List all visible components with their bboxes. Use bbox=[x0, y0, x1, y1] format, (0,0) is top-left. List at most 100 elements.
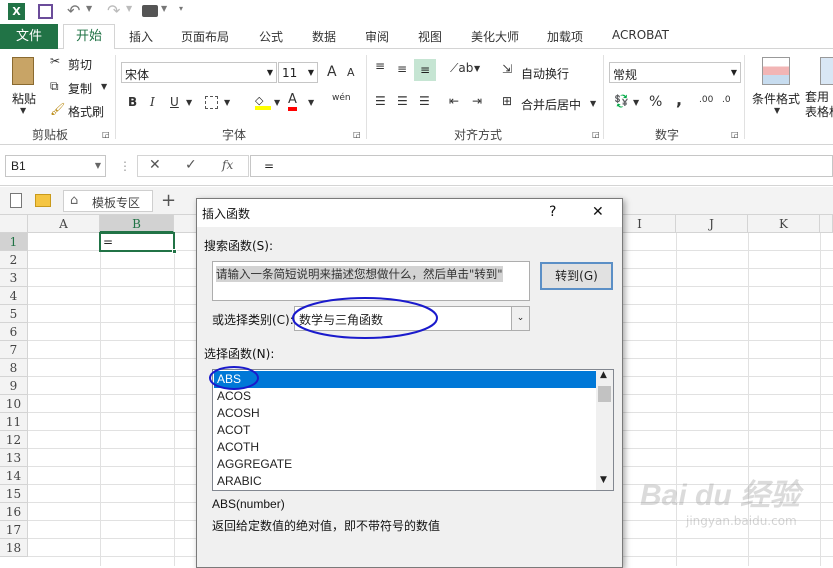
currency-dropdown-icon[interactable]: ▼ bbox=[633, 98, 639, 107]
tab-home[interactable]: 开始 bbox=[63, 24, 115, 50]
scroll-up-icon[interactable]: ▲ bbox=[600, 370, 607, 380]
underline-button[interactable]: U bbox=[170, 95, 179, 109]
align-center-icon[interactable]: ☰ bbox=[397, 94, 408, 108]
camera-icon[interactable] bbox=[142, 5, 158, 17]
tab-acrobat[interactable]: ACROBAT bbox=[612, 28, 669, 42]
paste-button[interactable]: 粘贴 bbox=[12, 90, 36, 107]
column-header-l[interactable] bbox=[820, 215, 833, 233]
new-doc-icon[interactable] bbox=[10, 193, 22, 208]
row-header-2[interactable]: 2 bbox=[0, 251, 28, 269]
row-header-9[interactable]: 9 bbox=[0, 377, 28, 395]
row-header-17[interactable]: 17 bbox=[0, 521, 28, 539]
fill-color-icon[interactable]: ◇ bbox=[255, 94, 271, 110]
list-item-acoth[interactable]: ACOTH bbox=[214, 439, 597, 456]
font-size-select[interactable]: 11 ▼ bbox=[278, 62, 318, 83]
goto-button[interactable]: 转到(G) bbox=[540, 262, 613, 290]
row-header-13[interactable]: 13 bbox=[0, 449, 28, 467]
row-header-3[interactable]: 3 bbox=[0, 269, 28, 287]
conditional-format-dropdown-icon[interactable]: ▼ bbox=[774, 106, 780, 115]
copy-button[interactable]: 复制 bbox=[68, 80, 92, 97]
redo-icon[interactable]: ↷ bbox=[107, 1, 120, 20]
border-icon[interactable] bbox=[205, 96, 218, 109]
column-header-j[interactable]: J bbox=[676, 215, 748, 233]
row-header-7[interactable]: 7 bbox=[0, 341, 28, 359]
row-header-14[interactable]: 14 bbox=[0, 467, 28, 485]
row-header-12[interactable]: 12 bbox=[0, 431, 28, 449]
tab-data[interactable]: 数据 bbox=[312, 28, 336, 45]
folder-icon[interactable] bbox=[35, 194, 51, 207]
paste-dropdown-icon[interactable]: ▼ bbox=[20, 106, 26, 115]
merge-dropdown-icon[interactable]: ▼ bbox=[590, 99, 596, 108]
scroll-down-icon[interactable]: ▼ bbox=[600, 475, 607, 485]
copy-dropdown-icon[interactable]: ▼ bbox=[101, 82, 107, 91]
row-header-16[interactable]: 16 bbox=[0, 503, 28, 521]
row-header-10[interactable]: 10 bbox=[0, 395, 28, 413]
insert-function-icon[interactable]: fx bbox=[222, 158, 233, 172]
bold-button[interactable]: B bbox=[128, 95, 137, 109]
row-header-18[interactable]: 18 bbox=[0, 539, 28, 557]
shrink-font-icon[interactable]: A bbox=[347, 66, 355, 79]
tab-formulas[interactable]: 公式 bbox=[259, 28, 283, 45]
undo-icon[interactable]: ↶ bbox=[67, 1, 80, 20]
italic-button[interactable]: I bbox=[150, 95, 155, 109]
category-dropdown-button[interactable]: ⌄ bbox=[511, 307, 529, 330]
tab-addins[interactable]: 加载项 bbox=[547, 28, 583, 45]
wrap-text-icon[interactable]: ⇲ bbox=[502, 62, 512, 76]
decrease-indent-icon[interactable]: ⇤ bbox=[449, 94, 459, 108]
increase-decimal-icon[interactable]: .00 bbox=[699, 95, 713, 105]
row-header-15[interactable]: 15 bbox=[0, 485, 28, 503]
save-icon[interactable] bbox=[38, 4, 53, 19]
percent-button[interactable]: % bbox=[649, 94, 662, 110]
tab-beautify[interactable]: 美化大师 bbox=[471, 28, 519, 45]
align-bottom-icon[interactable]: ≡ bbox=[414, 59, 436, 81]
alignment-launcher-icon[interactable]: ◲ bbox=[592, 130, 600, 139]
row-header-11[interactable]: 11 bbox=[0, 413, 28, 431]
table-format-button[interactable]: 套用 表格格 bbox=[805, 90, 833, 120]
underline-dropdown-icon[interactable]: ▼ bbox=[186, 98, 192, 107]
function-list[interactable]: ABS ACOS ACOSH ACOT ACOTH AGGREGATE ARAB… bbox=[212, 369, 614, 491]
phonetic-icon[interactable]: wén bbox=[332, 93, 351, 103]
number-launcher-icon[interactable]: ◲ bbox=[731, 130, 739, 139]
format-painter-button[interactable]: 格式刷 bbox=[68, 103, 104, 120]
orientation-dropdown-icon[interactable]: ▼ bbox=[474, 64, 480, 73]
list-item-acos[interactable]: ACOS bbox=[214, 388, 597, 405]
help-button[interactable]: ? bbox=[549, 204, 556, 220]
row-header-5[interactable]: 5 bbox=[0, 305, 28, 323]
align-right-icon[interactable]: ☰ bbox=[419, 94, 430, 108]
font-launcher-icon[interactable]: ◲ bbox=[353, 130, 361, 139]
select-all-corner[interactable] bbox=[0, 215, 28, 233]
list-item-aggregate[interactable]: AGGREGATE bbox=[214, 456, 597, 473]
scroll-thumb[interactable] bbox=[598, 386, 611, 402]
add-tab-button[interactable]: + bbox=[161, 190, 176, 211]
list-item-abs[interactable]: ABS bbox=[214, 371, 597, 388]
grow-font-icon[interactable]: A bbox=[327, 64, 337, 80]
fill-handle[interactable] bbox=[172, 249, 177, 254]
undo-dropdown-icon[interactable]: ▼ bbox=[86, 4, 92, 13]
cut-button[interactable]: 剪切 bbox=[68, 56, 92, 73]
align-top-icon[interactable]: ≡ bbox=[375, 59, 385, 73]
font-name-select[interactable]: 宋体 ▼ bbox=[121, 62, 277, 83]
clipboard-launcher-icon[interactable]: ◲ bbox=[102, 130, 110, 139]
cut-icon[interactable]: ✂ bbox=[50, 54, 60, 68]
paste-icon[interactable] bbox=[12, 57, 34, 85]
align-middle-icon[interactable]: ≡ bbox=[397, 62, 407, 76]
border-dropdown-icon[interactable]: ▼ bbox=[224, 98, 230, 107]
row-header-8[interactable]: 8 bbox=[0, 359, 28, 377]
formula-input[interactable]: = bbox=[250, 155, 833, 177]
number-format-select[interactable]: 常规 ▼ bbox=[609, 62, 741, 83]
row-header-4[interactable]: 4 bbox=[0, 287, 28, 305]
align-left-icon[interactable]: ☰ bbox=[375, 94, 386, 108]
close-icon[interactable]: ✕ bbox=[592, 204, 604, 220]
decrease-decimal-icon[interactable]: .0 bbox=[722, 95, 731, 105]
camera-dropdown-icon[interactable]: ▼ bbox=[161, 4, 167, 13]
active-cell-b1[interactable]: = bbox=[99, 232, 177, 254]
enter-icon[interactable]: ✓ bbox=[185, 157, 197, 173]
merge-center-button[interactable]: 合并后居中 bbox=[521, 96, 581, 113]
wrap-text-button[interactable]: 自动换行 bbox=[521, 65, 569, 82]
copy-icon[interactable]: ⧉ bbox=[50, 79, 59, 94]
function-list-scrollbar[interactable]: ▲ ▼ bbox=[596, 370, 613, 490]
customize-qat-icon[interactable]: ▾ bbox=[179, 4, 183, 13]
list-item-acosh[interactable]: ACOSH bbox=[214, 405, 597, 422]
tab-insert[interactable]: 插入 bbox=[129, 28, 153, 45]
table-format-icon[interactable] bbox=[820, 57, 833, 85]
